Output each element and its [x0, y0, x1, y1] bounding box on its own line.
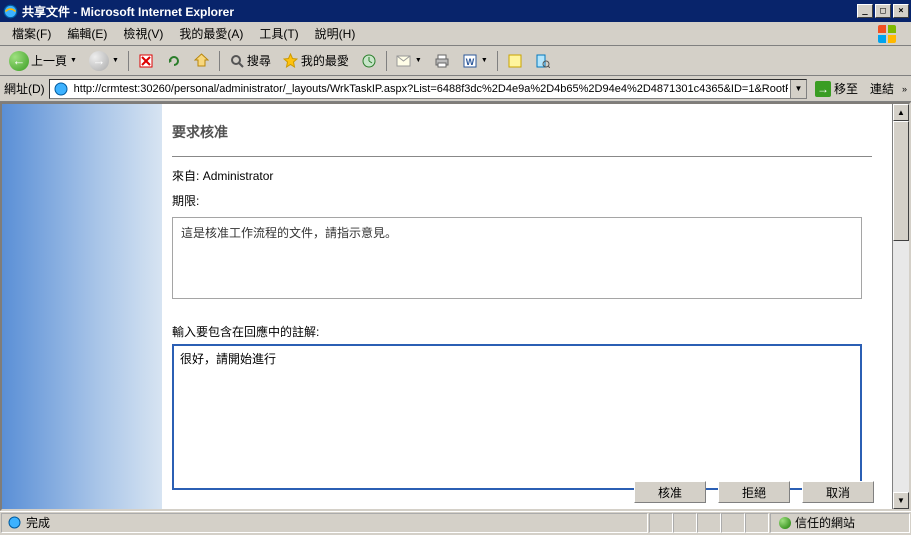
- address-label: 網址(D): [4, 80, 45, 97]
- mail-icon: [396, 53, 412, 69]
- comment-label: 輸入要包含在回應中的註解:: [172, 323, 872, 340]
- back-arrow-icon: ←: [9, 51, 29, 71]
- home-button[interactable]: [189, 50, 215, 72]
- status-message-cell: 完成: [1, 513, 648, 533]
- menubar: 檔案(F) 編輯(E) 檢視(V) 我的最愛(A) 工具(T) 說明(H): [0, 22, 911, 46]
- toolbar-separator: [386, 51, 387, 71]
- deadline-line: 期限:: [172, 192, 872, 209]
- back-button[interactable]: ← 上一頁 ▼: [4, 50, 82, 72]
- cancel-button[interactable]: 取消: [802, 481, 874, 503]
- toolbar: ← 上一頁 ▼ → ▼ 搜尋 我的最愛 ▼ W▼: [0, 46, 911, 76]
- links-button[interactable]: 連結: [866, 80, 898, 97]
- status-cell: [721, 513, 745, 533]
- scroll-track[interactable]: [893, 121, 909, 492]
- menu-help[interactable]: 說明(H): [307, 23, 364, 44]
- description-box: 這是核准工作流程的文件，請指示意見。: [172, 217, 862, 299]
- vertical-scrollbar[interactable]: ▲ ▼: [892, 104, 909, 509]
- chevron-down-icon: ▼: [112, 57, 119, 64]
- star-icon: [283, 53, 299, 69]
- close-button[interactable]: ×: [893, 4, 909, 18]
- stop-button[interactable]: [133, 50, 159, 72]
- security-zone-cell[interactable]: 信任的網站: [770, 513, 910, 533]
- chevron-down-icon: ▼: [481, 57, 488, 64]
- status-cell: [697, 513, 721, 533]
- status-cell: [673, 513, 697, 533]
- refresh-icon: [166, 53, 182, 69]
- scroll-down-button[interactable]: ▼: [893, 492, 909, 509]
- search-button[interactable]: 搜尋: [224, 50, 276, 72]
- url-combo[interactable]: ▼: [49, 79, 807, 99]
- divider: [172, 156, 872, 157]
- chevron-down-icon: ▼: [415, 57, 422, 64]
- statusbar: 完成 信任的網站: [0, 511, 911, 533]
- minimize-button[interactable]: _: [857, 4, 873, 18]
- url-input[interactable]: [72, 83, 790, 95]
- content-area: 要求核准 來自: Administrator 期限: 這是核准工作流程的文件，請…: [0, 102, 911, 511]
- windows-logo-icon: [867, 23, 907, 45]
- sidebar-gradient: [2, 104, 162, 509]
- comment-textarea[interactable]: [172, 344, 862, 490]
- print-icon: [434, 53, 450, 69]
- go-label: 移至: [834, 80, 858, 97]
- favorites-label: 我的最愛: [301, 52, 349, 69]
- maximize-button[interactable]: □: [875, 4, 891, 18]
- page-title: 要求核准: [172, 122, 872, 142]
- menu-file[interactable]: 檔案(F): [4, 23, 59, 44]
- toolbar-separator: [219, 51, 220, 71]
- window-titlebar: 共享文件 - Microsoft Internet Explorer _ □ ×: [0, 0, 911, 22]
- edit-button[interactable]: W▼: [457, 50, 493, 72]
- ie-small-icon: [6, 515, 22, 531]
- zone-label: 信任的網站: [795, 514, 855, 531]
- url-dropdown-button[interactable]: ▼: [790, 80, 806, 98]
- trusted-zone-icon: [779, 517, 791, 529]
- refresh-button[interactable]: [161, 50, 187, 72]
- history-icon: [361, 53, 377, 69]
- menu-tools[interactable]: 工具(T): [251, 23, 306, 44]
- status-cell: [649, 513, 673, 533]
- address-bar: 網址(D) ▼ → 移至 連結 »: [0, 76, 911, 102]
- research-icon: [535, 53, 551, 69]
- go-arrow-icon: →: [815, 81, 831, 97]
- history-button[interactable]: [356, 50, 382, 72]
- menu-edit[interactable]: 編輯(E): [59, 23, 115, 44]
- toolbar-separator: [128, 51, 129, 71]
- reject-button[interactable]: 拒絕: [718, 481, 790, 503]
- from-value: Administrator: [203, 169, 274, 183]
- ie-icon: [2, 3, 18, 19]
- chevron-right-icon: »: [902, 84, 907, 94]
- scroll-up-button[interactable]: ▲: [893, 104, 909, 121]
- approve-button[interactable]: 核准: [634, 481, 706, 503]
- print-button[interactable]: [429, 50, 455, 72]
- forward-arrow-icon: →: [89, 51, 109, 71]
- status-text: 完成: [26, 514, 50, 531]
- research-button[interactable]: [530, 50, 556, 72]
- home-icon: [194, 53, 210, 69]
- mail-button[interactable]: ▼: [391, 50, 427, 72]
- scroll-thumb[interactable]: [893, 121, 909, 241]
- menu-view[interactable]: 檢視(V): [115, 23, 171, 44]
- from-label: 來自:: [172, 169, 199, 183]
- menu-favorites[interactable]: 我的最愛(A): [171, 23, 251, 44]
- discuss-button[interactable]: [502, 50, 528, 72]
- go-button[interactable]: → 移至: [811, 80, 862, 97]
- note-icon: [507, 53, 523, 69]
- status-cell: [745, 513, 769, 533]
- window-title: 共享文件 - Microsoft Internet Explorer: [22, 3, 855, 20]
- search-label: 搜尋: [247, 52, 271, 69]
- svg-text:W: W: [466, 57, 475, 67]
- deadline-label: 期限:: [172, 194, 199, 208]
- chevron-down-icon: ▼: [70, 57, 77, 64]
- forward-button[interactable]: → ▼: [84, 50, 124, 72]
- page-icon: [53, 81, 69, 97]
- main-panel: 要求核准 來自: Administrator 期限: 這是核准工作流程的文件，請…: [162, 104, 892, 509]
- stop-icon: [138, 53, 154, 69]
- word-icon: W: [462, 53, 478, 69]
- action-button-row: 核准 拒絕 取消: [634, 481, 874, 503]
- toolbar-separator: [497, 51, 498, 71]
- favorites-button[interactable]: 我的最愛: [278, 50, 354, 72]
- search-icon: [229, 53, 245, 69]
- from-line: 來自: Administrator: [172, 167, 872, 184]
- back-label: 上一頁: [31, 52, 67, 69]
